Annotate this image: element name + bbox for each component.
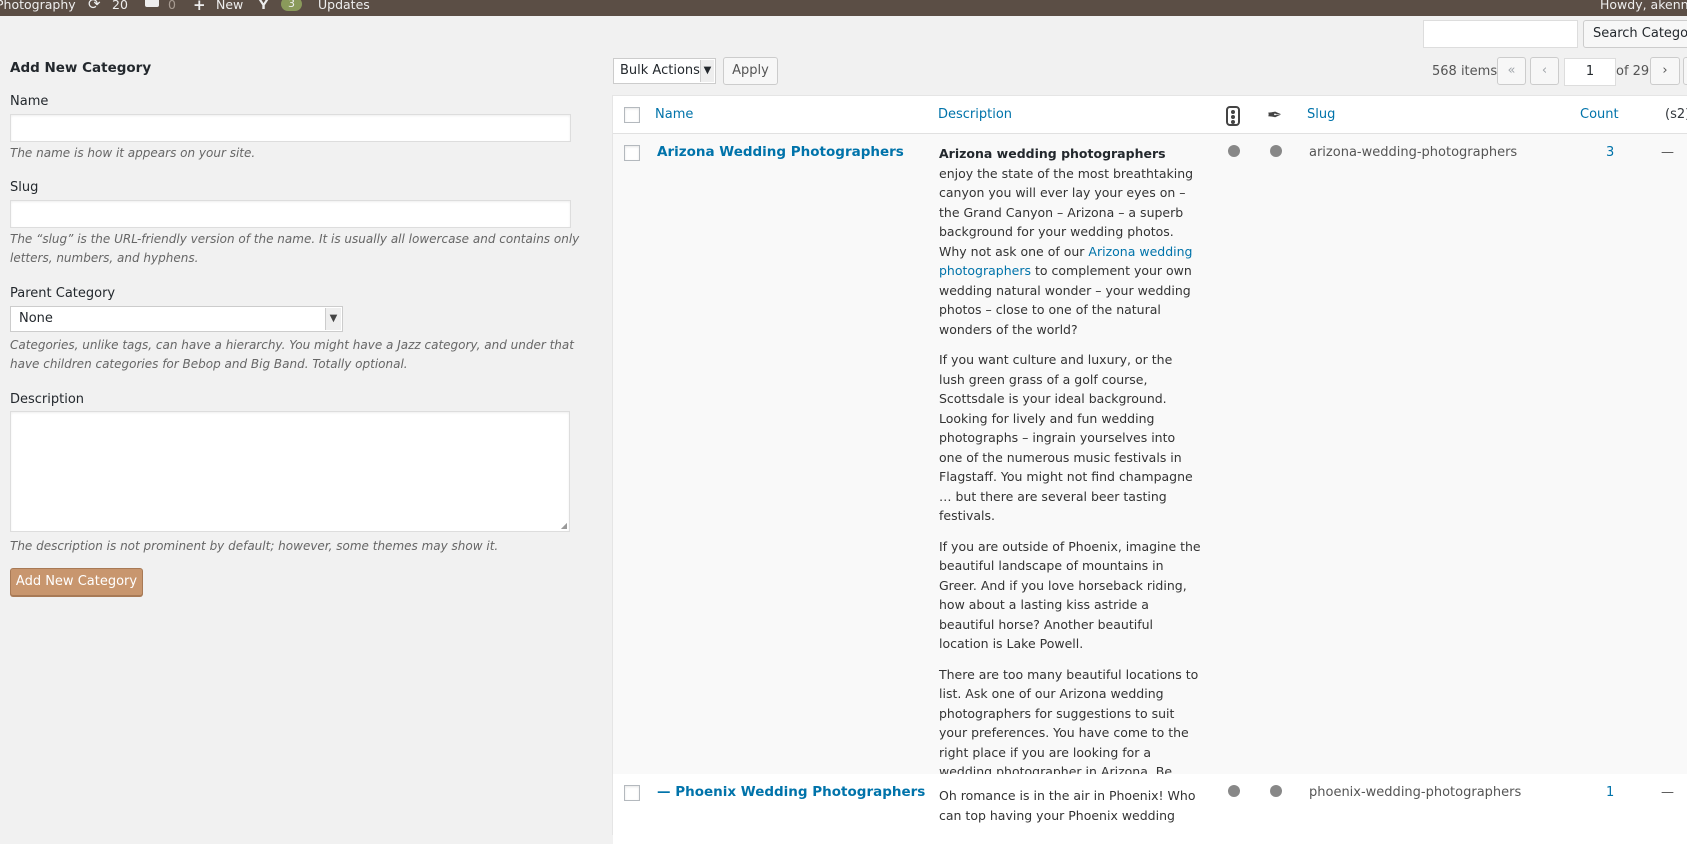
- yoast-icon[interactable]: Y: [259, 0, 268, 13]
- name-input[interactable]: [10, 114, 571, 142]
- prev-page-button[interactable]: ‹: [1530, 57, 1559, 85]
- resize-grip-icon[interactable]: ◢: [561, 521, 567, 530]
- description-hint: The description is not prominent by defa…: [10, 539, 499, 553]
- name-hint: The name is how it appears on your site.: [10, 146, 256, 160]
- admin-bar: Photography ⟳ 20 0 + New Y 3 Updates How…: [0, 0, 1687, 16]
- column-name[interactable]: Name: [655, 107, 693, 122]
- search-input[interactable]: [1423, 20, 1578, 48]
- bulk-actions-select[interactable]: Bulk Actions ▼: [613, 58, 716, 84]
- updates-link[interactable]: Updates: [318, 0, 370, 13]
- row-checkbox[interactable]: [624, 145, 640, 161]
- bulk-actions-value: Bulk Actions: [620, 63, 700, 78]
- plus-icon[interactable]: +: [193, 0, 206, 13]
- parent-category-value: None: [19, 311, 53, 326]
- comments-count[interactable]: 0: [168, 0, 176, 13]
- description-paragraph: If you are outside of Phoenix, imagine t…: [939, 538, 1201, 652]
- yoast-badge[interactable]: 3: [281, 0, 302, 11]
- feather-icon: ✒: [1267, 105, 1283, 126]
- parent-category-hint: Categories, unlike tags, can have a hier…: [10, 338, 574, 371]
- apply-button[interactable]: Apply: [723, 57, 778, 85]
- description-label: Description: [10, 392, 85, 407]
- parent-category-label: Parent Category: [10, 286, 116, 301]
- description-textarea[interactable]: ◢: [10, 411, 570, 532]
- add-new-category-button[interactable]: Add New Category: [10, 568, 143, 596]
- s2-value: —: [1661, 145, 1674, 160]
- updates-icon[interactable]: ⟳: [88, 0, 101, 12]
- column-count[interactable]: Count: [1580, 107, 1619, 122]
- s2-value: —: [1661, 785, 1674, 800]
- readability-status-dot: [1270, 785, 1282, 797]
- last-page-button[interactable]: [1683, 57, 1687, 85]
- categories-table: Name Description ✒ Slug Count (s2) Arizo…: [612, 95, 1687, 844]
- add-category-title: Add New Category: [10, 60, 152, 76]
- seo-status-dot: [1228, 145, 1240, 157]
- new-content-link[interactable]: New: [216, 0, 243, 13]
- slug-label: Slug: [10, 180, 39, 195]
- category-slug: phoenix-wedding-photographers: [1309, 785, 1522, 800]
- category-count-link[interactable]: 1: [1606, 785, 1614, 800]
- category-name-link[interactable]: — Phoenix Wedding Photographers: [657, 784, 925, 800]
- chevron-down-icon: ▼: [700, 60, 714, 82]
- search-categories-button[interactable]: Search Categories: [1583, 20, 1687, 48]
- slug-input[interactable]: [10, 200, 571, 228]
- updates-count[interactable]: 20: [112, 0, 128, 13]
- current-page-input[interactable]: 1: [1564, 58, 1616, 86]
- category-count-link[interactable]: 3: [1606, 145, 1614, 160]
- category-description: Arizona wedding photographers enjoy the …: [939, 144, 1201, 832]
- column-description[interactable]: Description: [938, 107, 1012, 122]
- user-greeting[interactable]: Howdy, akenned: [1600, 0, 1687, 13]
- table-row: — Phoenix Wedding Photographers Oh roman…: [613, 774, 1687, 844]
- chevron-down-icon: ▼: [325, 308, 341, 330]
- site-name-link[interactable]: Photography: [0, 0, 76, 13]
- parent-category-select[interactable]: None ▼: [10, 306, 343, 332]
- category-slug: arizona-wedding-photographers: [1309, 145, 1518, 160]
- first-page-button[interactable]: «: [1497, 57, 1526, 85]
- total-pages: of 29: [1616, 64, 1650, 79]
- table-header: Name Description ✒ Slug Count (s2): [613, 96, 1687, 134]
- comments-icon[interactable]: [145, 0, 159, 7]
- column-s2: (s2): [1665, 107, 1687, 122]
- seo-status-dot: [1228, 785, 1240, 797]
- description-paragraph: Oh romance is in the air in Phoenix! Who…: [939, 788, 1196, 823]
- readability-status-dot: [1270, 145, 1282, 157]
- select-all-checkbox[interactable]: [624, 107, 640, 123]
- table-row: Arizona Wedding Photographers Arizona we…: [613, 134, 1687, 818]
- name-label: Name: [10, 94, 49, 109]
- category-name-link[interactable]: Arizona Wedding Photographers: [657, 144, 904, 160]
- traffic-light-icon: [1226, 106, 1240, 126]
- category-description: Oh romance is in the air in Phoenix! Who…: [939, 786, 1201, 836]
- row-checkbox[interactable]: [624, 785, 640, 801]
- description-bold: Arizona wedding photographers: [939, 146, 1166, 161]
- description-paragraph: If you want culture and luxury, or the l…: [939, 352, 1193, 523]
- next-page-button[interactable]: ›: [1650, 57, 1680, 85]
- items-count: 568 items: [1432, 64, 1498, 79]
- slug-hint: The “slug” is the URL-friendly version o…: [10, 232, 580, 265]
- column-slug[interactable]: Slug: [1307, 107, 1335, 122]
